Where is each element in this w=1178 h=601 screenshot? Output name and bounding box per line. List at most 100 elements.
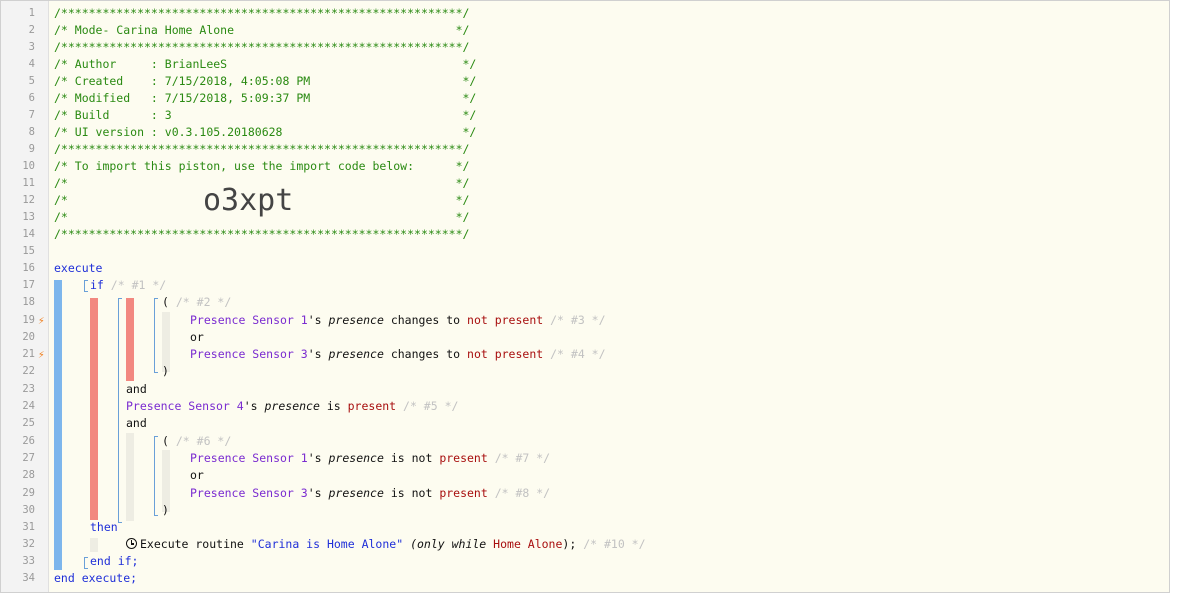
- comparison-operator[interactable]: is not: [391, 486, 433, 500]
- line-number: 33: [22, 555, 35, 567]
- action-line[interactable]: Execute routine "Carina is Home Alone" (…: [126, 536, 646, 553]
- clock-icon: [126, 538, 137, 549]
- comparison-operator[interactable]: changes to: [391, 347, 460, 361]
- line-number: 8: [28, 126, 35, 138]
- condition-line[interactable]: Presence Sensor 3's presence is not pres…: [190, 485, 550, 502]
- header-modified: /* Modified : 7/15/2018, 5:09:37 PM */: [54, 91, 477, 105]
- line-number: 1: [28, 7, 35, 19]
- end-if-keyword[interactable]: end if;: [90, 554, 138, 568]
- and-operator-line: and: [126, 381, 147, 398]
- line-number: 9: [28, 143, 35, 155]
- group-open-line: ( /* #2 */: [162, 294, 231, 311]
- attribute-name[interactable]: presence: [329, 313, 384, 327]
- attribute-name[interactable]: presence: [329, 347, 384, 361]
- group-bracket: [154, 436, 158, 516]
- and-operator[interactable]: and: [126, 382, 147, 396]
- device-name[interactable]: Presence Sensor 1: [190, 313, 308, 327]
- line-number: 24: [22, 400, 35, 412]
- and-operator[interactable]: and: [126, 416, 147, 430]
- line-number: 7: [28, 109, 35, 121]
- attribute-name[interactable]: presence: [265, 399, 320, 413]
- line-number: 10: [22, 160, 35, 172]
- condition-line[interactable]: Presence Sensor 1's presence is not pres…: [190, 450, 550, 467]
- execute-keyword-line: execute: [54, 260, 102, 277]
- line-number: 17: [22, 279, 35, 291]
- line-number: 32: [22, 538, 35, 550]
- line-number: 25: [22, 417, 35, 429]
- statement-id-comment: /* #7 */: [494, 451, 551, 465]
- possessive: 's: [307, 347, 322, 361]
- device-name[interactable]: Presence Sensor 4: [126, 399, 244, 413]
- execute-block-bar: [54, 280, 62, 570]
- then-keyword[interactable]: then: [90, 520, 118, 534]
- paren-open[interactable]: (: [162, 434, 169, 448]
- line-number: 22: [22, 365, 35, 377]
- mode-name[interactable]: Home Alone: [493, 537, 562, 551]
- paren-open[interactable]: (: [162, 295, 169, 309]
- statement-id-comment: /* #1 */: [110, 278, 167, 292]
- comparison-operator[interactable]: changes to: [391, 313, 460, 327]
- end-if-line: end if;: [90, 553, 138, 570]
- statement-id-comment: /* #6 */: [175, 434, 232, 448]
- end-execute-keyword[interactable]: end execute;: [54, 571, 137, 585]
- comparison-operator[interactable]: is: [327, 399, 341, 413]
- statement-id-comment: /* #3 */: [550, 313, 606, 327]
- header-comment-line: /***************************************…: [54, 227, 470, 241]
- device-name[interactable]: Presence Sensor 1: [190, 451, 308, 465]
- condition-line[interactable]: Presence Sensor 4's presence is present …: [126, 398, 458, 415]
- paren-close[interactable]: ): [162, 503, 169, 517]
- only-while-label: (only while: [410, 537, 487, 551]
- comparison-value[interactable]: not present: [467, 313, 543, 327]
- device-name[interactable]: Presence Sensor 3: [190, 486, 308, 500]
- comparison-value[interactable]: present: [439, 451, 487, 465]
- or-operator[interactable]: or: [190, 468, 204, 482]
- import-code[interactable]: o3xpt: [203, 184, 293, 218]
- action-command[interactable]: Execute routine: [140, 537, 244, 551]
- line-number: 13: [22, 211, 35, 223]
- statement-id-comment: /* #4 */: [550, 347, 606, 361]
- line-number: 23: [22, 383, 35, 395]
- line-number: 3: [28, 41, 35, 53]
- possessive: 's: [307, 313, 322, 327]
- attribute-name[interactable]: presence: [329, 451, 384, 465]
- header-comment-line: /***************************************…: [54, 40, 470, 54]
- header-build: /* Build : 3 */: [54, 108, 477, 122]
- if-keyword[interactable]: if: [90, 278, 104, 292]
- condition-group-bar: [90, 298, 98, 520]
- comparison-value[interactable]: not present: [467, 347, 543, 361]
- line-number: 6: [28, 92, 35, 104]
- possessive: 's: [243, 399, 258, 413]
- comparison-value[interactable]: present: [348, 399, 396, 413]
- line-number: 12: [22, 194, 35, 206]
- statement-id-comment: /* #5 */: [403, 399, 459, 413]
- header-ui-version: /* UI version : v0.3.105.20180628 */: [54, 125, 477, 139]
- line-number: 29: [22, 487, 35, 499]
- line-number: 2: [28, 24, 35, 36]
- or-operator[interactable]: or: [190, 330, 204, 344]
- comparison-operator[interactable]: is not: [391, 451, 433, 465]
- line-number: 4: [28, 58, 35, 70]
- piston-code-editor: 1 2 3 4 5 6 7 8 9 10 11 12 13 14 15 16 1…: [0, 0, 1170, 593]
- trigger-group-bar: [126, 298, 134, 381]
- device-name[interactable]: Presence Sensor 3: [190, 347, 308, 361]
- line-number: 19: [22, 314, 35, 326]
- condition-line[interactable]: Presence Sensor 1's presence changes to …: [190, 312, 606, 329]
- line-number: 20: [22, 331, 35, 343]
- attribute-name[interactable]: presence: [329, 486, 384, 500]
- paren-close[interactable]: ): [162, 364, 169, 378]
- or-operator-line: or: [190, 329, 204, 346]
- or-operator-line: or: [190, 467, 204, 484]
- comparison-value[interactable]: present: [439, 486, 487, 500]
- execute-keyword[interactable]: execute: [54, 261, 102, 275]
- line-number: 18: [22, 296, 35, 308]
- line-number: 30: [22, 504, 35, 516]
- line-number: 5: [28, 75, 35, 87]
- condition-line[interactable]: Presence Sensor 3's presence changes to …: [190, 346, 606, 363]
- line-number: 31: [22, 521, 35, 533]
- line-number: 28: [22, 469, 35, 481]
- statement-id-comment: /* #8 */: [494, 486, 551, 500]
- condition-bracket: [118, 298, 122, 523]
- routine-name[interactable]: "Carina is Home Alone": [251, 537, 403, 551]
- line-number-gutter: 1 2 3 4 5 6 7 8 9 10 11 12 13 14 15 16 1…: [1, 1, 49, 592]
- line-number: 26: [22, 435, 35, 447]
